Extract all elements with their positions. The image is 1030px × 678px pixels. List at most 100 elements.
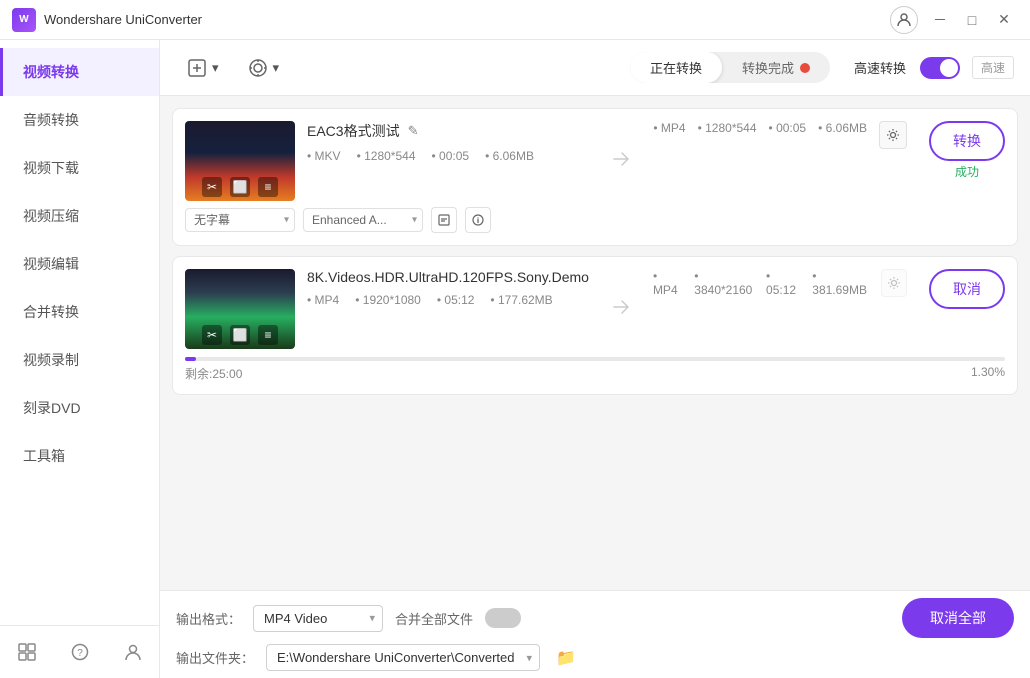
sidebar-item-toolbox[interactable]: 工具箱	[0, 432, 159, 480]
output-2-duration: 05:12	[766, 269, 800, 297]
progress-remaining: 剩余:25:00	[185, 365, 242, 382]
folder-select[interactable]: E:\Wondershare UniConverter\Converted	[266, 644, 540, 671]
sidebar-item-video-compress[interactable]: 视频压缩	[0, 192, 159, 240]
sidebar-item-burn-dvd[interactable]: 刻录DVD	[0, 384, 159, 432]
subtitle-select[interactable]: 无字幕	[185, 208, 295, 232]
subtitle-icon-btn[interactable]	[431, 207, 457, 233]
file-card-2: ✂ ⬜ ≡ 8K.Videos.HDR.UltraHD.120FPS.Sony.…	[172, 256, 1018, 395]
format-select-wrapper: MP4 Video	[253, 605, 383, 632]
file-1-duration: 00:05	[432, 149, 470, 163]
thumb-controls-1: ✂ ⬜ ≡	[185, 177, 295, 197]
layout-icon[interactable]	[13, 638, 41, 666]
output-1-size: 6.06MB	[818, 121, 867, 135]
toolbar: ▾ ▾ 正在转换 转换完成 高速转换 高速	[160, 40, 1030, 96]
close-button[interactable]: ✕	[990, 6, 1018, 34]
screen-record-button[interactable]: ▾	[237, 51, 290, 85]
folder-open-icon[interactable]: 📁	[556, 648, 576, 668]
list-icon[interactable]: ≡	[258, 177, 278, 197]
content-area: ▾ ▾ 正在转换 转换完成 高速转换 高速	[160, 40, 1030, 678]
thumbnail-1: ✂ ⬜ ≡	[185, 121, 295, 201]
convert-button-1[interactable]: 转换	[929, 121, 1005, 161]
file-2-duration: 05:12	[437, 293, 475, 307]
sidebar-item-audio-convert[interactable]: 音频转换	[0, 96, 159, 144]
add-file-button[interactable]: ▾	[176, 51, 229, 85]
file-1-info: EAC3格式测试 ✎ MKV 1280*544 00:05 6.06MB	[307, 121, 589, 171]
status-done-label: 转换完成	[742, 58, 794, 77]
help-icon[interactable]: ?	[66, 638, 94, 666]
file-1-format: MKV	[307, 149, 341, 163]
progress-labels: 剩余:25:00 1.30%	[185, 365, 1005, 382]
speed-hint: 高速	[972, 56, 1014, 79]
file-1-resolution: 1280*544	[357, 149, 416, 163]
cancel-button-2[interactable]: 取消	[929, 269, 1005, 309]
sidebar-item-video-edit[interactable]: 视频编辑	[0, 240, 159, 288]
file-2-size: 177.62MB	[490, 293, 552, 307]
arrow-icon-2	[609, 295, 633, 324]
sidebar: 视频转换 音频转换 视频下载 视频压缩 视频编辑 合并转换 视频录制 刻录DVD…	[0, 40, 160, 678]
sidebar-bottom: ?	[0, 625, 159, 678]
status-dot	[800, 63, 810, 73]
list-icon-2[interactable]: ≡	[258, 325, 278, 345]
maximize-button[interactable]: □	[958, 6, 986, 34]
crop-icon-2[interactable]: ⬜	[230, 325, 250, 345]
file-1-output: MP4 1280*544 00:05 6.06MB	[653, 121, 867, 135]
file-card-1-top: ✂ ⬜ ≡ EAC3格式测试 ✎ MKV 1280*544	[185, 121, 1005, 201]
bottom-row-2: 输出文件夹： E:\Wondershare UniConverter\Conve…	[176, 644, 1014, 671]
info-icon-btn[interactable]	[465, 207, 491, 233]
screen-chevron: ▾	[273, 60, 280, 76]
format-select[interactable]: MP4 Video	[253, 605, 383, 632]
speed-toggle[interactable]	[920, 57, 960, 79]
titlebar: W Wondershare UniConverter － □ ✕	[0, 0, 1030, 40]
app-logo-text: W	[19, 14, 28, 25]
output-1-duration: 00:05	[769, 121, 807, 135]
sidebar-item-merge-convert[interactable]: 合并转换	[0, 288, 159, 336]
status-done-tab[interactable]: 转换完成	[722, 52, 830, 83]
file-1-edit-icon[interactable]: ✎	[408, 123, 419, 139]
merge-toggle[interactable]	[485, 608, 521, 628]
subtitle-select-wrapper: 无字幕	[185, 208, 295, 232]
enhanced-select[interactable]: Enhanced A...	[303, 208, 423, 232]
svg-text:?: ?	[77, 648, 83, 659]
output-1-format: MP4	[653, 121, 685, 135]
file-1-name-row: EAC3格式测试 ✎	[307, 121, 589, 141]
arrow-icon-1	[609, 147, 633, 176]
output-2-settings[interactable]	[881, 269, 907, 297]
success-label-1: 成功	[955, 163, 979, 180]
file-1-name: EAC3格式测试	[307, 121, 400, 141]
progress-row: 剩余:25:00 1.30%	[185, 357, 1005, 382]
user-avatar[interactable]	[890, 6, 918, 34]
speed-label: 高速转换	[854, 58, 906, 77]
folder-label: 输出文件夹：	[176, 648, 254, 667]
file-list: ✂ ⬜ ≡ EAC3格式测试 ✎ MKV 1280*544	[160, 96, 1030, 590]
thumbnail-2: ✂ ⬜ ≡	[185, 269, 295, 349]
file-2-format: MP4	[307, 293, 339, 307]
cancel-all-button[interactable]: 取消全部	[902, 598, 1014, 638]
status-converting-tab[interactable]: 正在转换	[630, 52, 722, 83]
output-2-format: MP4	[653, 269, 682, 297]
output-2-size: 381.69MB	[812, 269, 869, 297]
file-1-size: 6.06MB	[485, 149, 534, 163]
app-logo: W	[12, 8, 36, 32]
output-1-settings[interactable]	[879, 121, 907, 149]
app-title: Wondershare UniConverter	[44, 12, 890, 27]
bottom-bar: 输出格式： MP4 Video 合并全部文件 取消全部 输出文件夹： E:\Wo…	[160, 590, 1030, 678]
window-controls: － □ ✕	[926, 6, 1018, 34]
file-2-meta: MP4 1920*1080 05:12 177.62MB	[307, 293, 589, 307]
merge-label: 合并全部文件	[395, 609, 473, 628]
sidebar-item-video-download[interactable]: 视频下载	[0, 144, 159, 192]
output-1-resolution: 1280*544	[698, 121, 757, 135]
trim-icon-2[interactable]: ✂	[202, 325, 222, 345]
sidebar-item-video-record[interactable]: 视频录制	[0, 336, 159, 384]
sidebar-item-video-convert[interactable]: 视频转换	[0, 48, 159, 96]
file-1-meta: MKV 1280*544 00:05 6.06MB	[307, 149, 589, 163]
main-layout: 视频转换 音频转换 视频下载 视频压缩 视频编辑 合并转换 视频录制 刻录DVD…	[0, 40, 1030, 678]
enhanced-select-wrapper: Enhanced A...	[303, 208, 423, 232]
progress-percent: 1.30%	[971, 365, 1005, 382]
minimize-button[interactable]: －	[926, 6, 954, 34]
folder-select-wrapper: E:\Wondershare UniConverter\Converted	[266, 644, 540, 671]
bottom-row-1: 输出格式： MP4 Video 合并全部文件 取消全部	[176, 598, 1014, 638]
user-account-icon[interactable]	[119, 638, 147, 666]
file-2-name-row: 8K.Videos.HDR.UltraHD.120FPS.Sony.Demo	[307, 269, 589, 285]
crop-icon[interactable]: ⬜	[230, 177, 250, 197]
trim-icon[interactable]: ✂	[202, 177, 222, 197]
